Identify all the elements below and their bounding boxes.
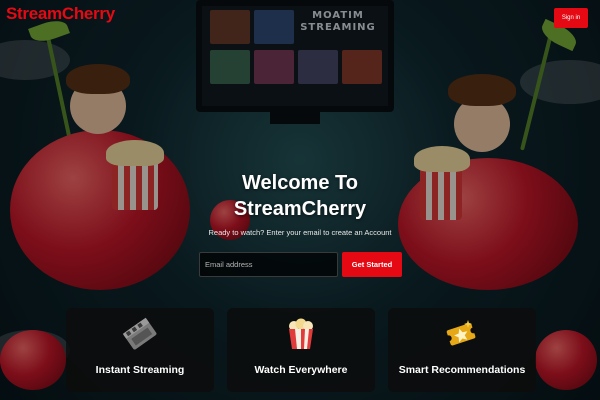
site-logo[interactable]: StreamCherry: [6, 4, 115, 24]
popcorn-icon: [289, 318, 313, 349]
feature-card-watch-everywhere: Watch Everywhere: [227, 308, 375, 392]
film-clapper-icon: [122, 317, 157, 350]
hero-title-line1: Welcome To: [242, 172, 358, 194]
email-input[interactable]: [199, 252, 338, 277]
feature-label: Smart Recommendations: [398, 364, 526, 376]
feature-label: Watch Everywhere: [254, 364, 348, 376]
feature-label: Instant Streaming: [95, 364, 185, 376]
hero-title-line2: StreamCherry: [233, 198, 367, 220]
feature-card-instant-streaming: Instant Streaming: [66, 308, 214, 392]
sign-in-button[interactable]: Sign in: [554, 8, 588, 28]
ticket-star-icon: [445, 320, 477, 346]
signup-form: Get Started: [199, 252, 403, 277]
hero-section: Welcome To StreamCherry Ready to watch? …: [0, 170, 600, 237]
hero-subtitle: Ready to watch? Enter your email to crea…: [208, 228, 392, 237]
feature-card-smart-recommendations: Smart Recommendations: [388, 308, 536, 392]
get-started-button[interactable]: Get Started: [342, 252, 402, 277]
hero-title: Welcome To StreamCherry: [0, 170, 600, 222]
